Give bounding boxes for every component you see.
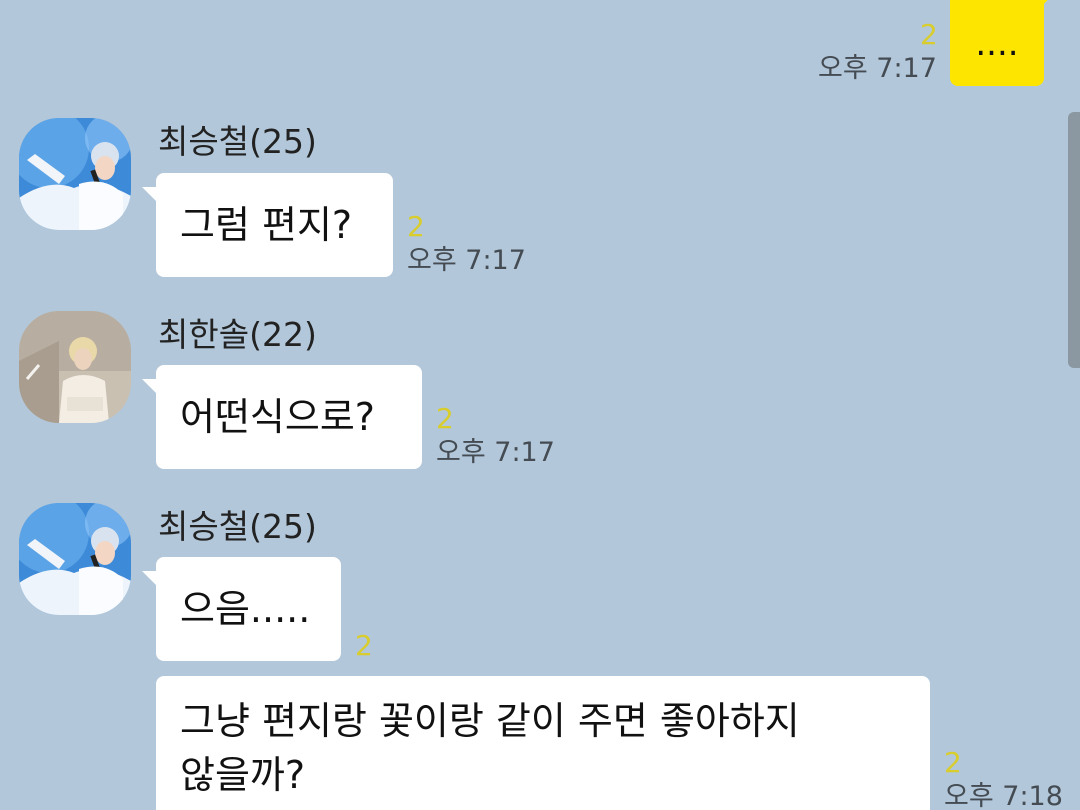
message-text-line: 않을까? — [180, 753, 306, 797]
profile-avatar-sweater-portrait[interactable] — [19, 311, 131, 423]
profile-avatar-stage-singer[interactable] — [19, 118, 131, 230]
profile-avatar-stage-singer[interactable] — [19, 503, 131, 615]
chat-room[interactable]: 2 오후 7:17 .... 최승철(25) 그럼 편지? 2 오후 7:17 … — [0, 0, 1080, 810]
message-text: 그럼 편지? — [180, 203, 353, 247]
message-time: 오후 7:17 — [436, 437, 555, 468]
scrollbar[interactable] — [1068, 112, 1080, 368]
sweater-portrait-avatar-image — [19, 311, 131, 423]
message-bubble[interactable]: 으음..... — [142, 557, 341, 661]
sender-name[interactable]: 최승철(25) — [158, 122, 317, 162]
message-text: 어떤식으로? — [180, 395, 375, 439]
message-bubble[interactable]: 그냥 편지랑 꽃이랑 같이 주면 좋아하지 않을까? — [156, 676, 930, 810]
unread-count: 2 — [920, 18, 938, 51]
message-time: 오후 7:17 — [818, 53, 937, 84]
message-bubble[interactable]: 그럼 편지? — [142, 173, 393, 277]
stage-singer-avatar-image — [19, 503, 131, 615]
message-time: 오후 7:18 — [944, 781, 1063, 810]
sender-name[interactable]: 최한솔(22) — [158, 315, 317, 355]
unread-count: 2 — [355, 629, 373, 662]
message-text: .... — [975, 24, 1019, 64]
unread-count: 2 — [944, 746, 962, 779]
message-text-line: 그냥 편지랑 꽃이랑 같이 주면 좋아하지 — [180, 699, 800, 743]
message-bubble[interactable]: 어떤식으로? — [142, 365, 422, 469]
message-time: 오후 7:17 — [407, 245, 526, 276]
unread-count: 2 — [436, 402, 454, 435]
my-message-bubble[interactable]: .... — [950, 0, 1057, 86]
unread-count: 2 — [407, 210, 425, 243]
stage-singer-avatar-image — [19, 118, 131, 230]
sender-name[interactable]: 최승철(25) — [158, 507, 317, 547]
message-text: 으음..... — [180, 587, 311, 631]
